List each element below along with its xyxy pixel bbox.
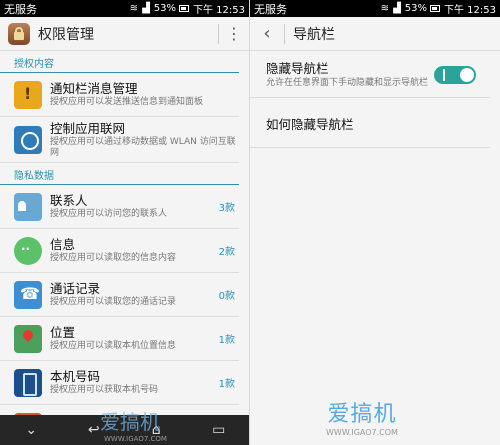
screenshot-root: 无服务 ≋ ▟ 53% 下午 12:53 权限管理 ⋮ 授权内容 通知栏消息管理… [0,0,500,445]
setting-title: 隐藏导航栏 [266,61,329,76]
app-count: 1款 [218,335,235,346]
watermark: 爱搞机 WWW.IGAO7.COM [326,396,398,437]
clock: 下午 12:53 [193,5,245,16]
wifi-icon: ≋ [129,3,139,14]
setting-subtitle: 允许在任意界面下手动隐藏和显示导航栏 [266,78,429,88]
battery-percent: 53% [153,3,176,14]
call-log-icon [14,280,42,309]
list-item-network[interactable]: 控制应用联网 授权应用可以通过移动数据或 WLAN 访问互联网 [0,117,239,163]
item-subtitle: 授权应用可以发送推送信息到通知面板 [50,97,204,107]
app-bar: 权限管理 ⋮ [0,17,249,51]
wifi-icon: ≋ [380,3,390,14]
section-header-authorized: 授权内容 [0,51,239,73]
back-arrow-icon[interactable]: ‹ [254,23,280,44]
battery-icon [179,5,189,12]
item-subtitle: 授权应用可以读取您的通话记录 [50,297,177,307]
item-title: 通话记录 [50,281,101,296]
clock: 下午 12:53 [444,5,496,16]
signal-icon: ▟ [142,3,150,14]
navigation-bar-settings-screen: 无服务 ≋ ▟ 53% 下午 12:53 ‹ 导航栏 隐藏导航栏 允许在任意界面… [250,0,500,445]
list-item-notification[interactable]: 通知栏消息管理 授权应用可以发送推送信息到通知面板 [0,73,239,117]
item-subtitle: 授权应用可以读取您的信息内容 [50,253,177,263]
item-title: 通知栏消息管理 [50,81,138,96]
carrier-label: 无服务 [4,2,37,16]
status-bar: 无服务 ≋ ▟ 53% 下午 12:53 [250,0,500,17]
section-header-privacy: 隐私数据 [0,163,239,185]
app-bar: ‹ 导航栏 [250,17,500,51]
network-icon [14,125,42,154]
recent-apps-icon[interactable]: ▭ [199,422,239,438]
item-title: 本机号码 [50,369,101,384]
status-bar: 无服务 ≋ ▟ 53% 下午 12:53 [0,0,249,17]
watermark-url: WWW.IGAO7.COM [326,428,398,437]
app-count: 2款 [218,247,235,258]
item-title: 联系人 [50,193,88,208]
watermark-url: WWW.IGAO7.COM [104,435,167,443]
item-subtitle: 授权应用可以读取本机位置信息 [50,341,177,351]
list-item-messages[interactable]: 信息 授权应用可以读取您的信息内容 2款 [0,229,239,273]
hide-navbar-toggle[interactable] [434,66,476,84]
list-item-phone-number[interactable]: 本机号码 授权应用可以获取本机号码 1款 [0,361,239,405]
item-subtitle: 授权应用可以访问您的联系人 [50,209,168,219]
notification-icon [14,80,42,109]
carrier-label: 无服务 [254,2,287,16]
battery-percent: 53% [404,3,427,14]
contacts-icon [14,192,42,221]
item-subtitle: 授权应用可以通过移动数据或 WLAN 访问互联网 [50,136,236,158]
app-count: 3款 [218,203,235,214]
app-count: 0款 [218,291,235,302]
location-icon [14,324,42,353]
watermark-logo: 爱搞机 [100,410,160,434]
menu-down-icon[interactable]: ⌄ [11,422,51,438]
app-count: 1款 [218,379,235,390]
phone-number-icon [14,368,42,397]
item-subtitle: 授权应用可以获取本机号码 [50,385,159,395]
messages-icon [14,236,42,265]
appbar-divider [284,23,285,44]
list-item-call-log[interactable]: 通话记录 授权应用可以读取您的通话记录 0款 [0,273,239,317]
item-title: 信息 [50,237,76,252]
lock-icon [8,22,30,45]
setting-hide-navbar[interactable]: 隐藏导航栏 允许在任意界面下手动隐藏和显示导航栏 [250,51,490,98]
watermark-logo: 爱搞机 [327,402,397,427]
setting-how-to-hide[interactable]: 如何隐藏导航栏 [250,98,490,148]
overflow-menu-icon[interactable]: ⋮ [219,24,249,43]
list-item-contacts[interactable]: 联系人 授权应用可以访问您的联系人 3款 [0,185,239,229]
page-title: 导航栏 [293,26,335,43]
battery-icon [430,5,440,12]
list-item-location[interactable]: 位置 授权应用可以读取本机位置信息 1款 [0,317,239,361]
page-title: 权限管理 [38,26,94,43]
item-title: 位置 [50,325,76,340]
signal-icon: ▟ [393,3,401,14]
permission-manager-screen: 无服务 ≋ ▟ 53% 下午 12:53 权限管理 ⋮ 授权内容 通知栏消息管理… [0,0,250,445]
item-title: 控制应用联网 [50,120,126,136]
